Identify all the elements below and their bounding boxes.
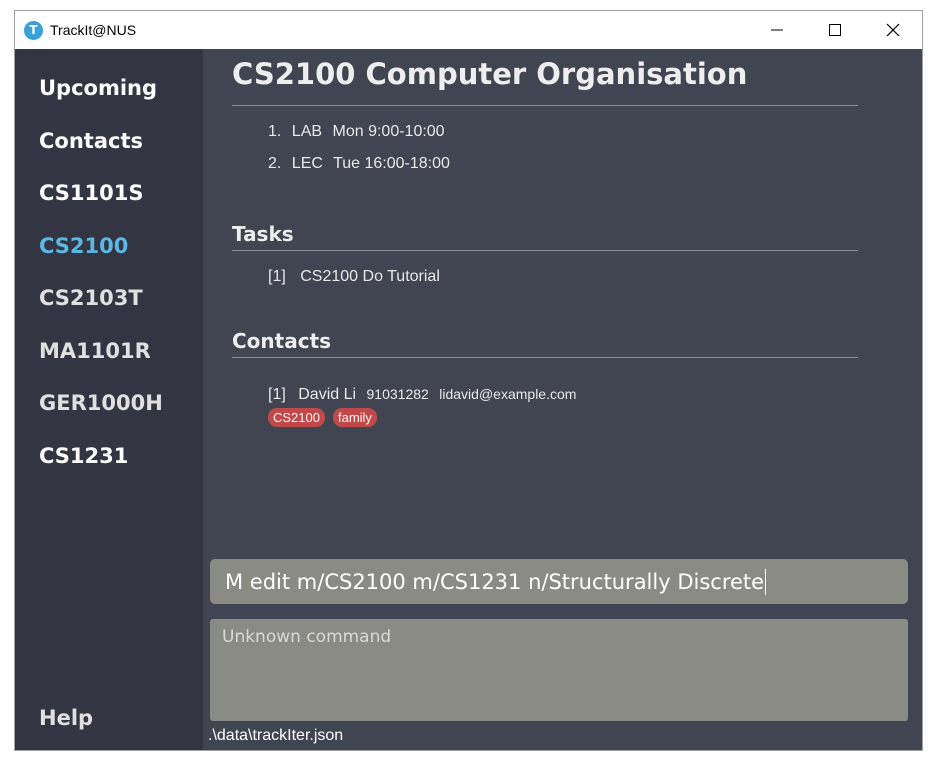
sidebar-item-cs1101s[interactable]: CS1101S	[39, 181, 144, 205]
main-panel: CS2100 Computer Organisation 1. LAB Mon …	[203, 49, 922, 750]
sidebar-item-ma1101r[interactable]: MA1101R	[39, 339, 151, 363]
task-text: CS2100 Do Tutorial	[300, 268, 440, 285]
title-divider	[232, 105, 858, 106]
close-icon	[886, 23, 900, 37]
lesson-index: 1.	[268, 123, 282, 140]
sidebar-item-cs1231[interactable]: CS1231	[39, 444, 128, 468]
text-caret	[765, 568, 767, 595]
tag-badge: family	[332, 408, 377, 427]
lesson-type: LEC	[291, 155, 323, 172]
module-title: CS2100 Computer Organisation	[232, 57, 748, 91]
task-index: [1]	[268, 268, 286, 285]
lesson-time: Tue 16:00-18:00	[333, 155, 450, 172]
sidebar-item-help[interactable]: Help	[39, 706, 93, 730]
maximize-icon	[829, 24, 841, 36]
tasks-heading: Tasks	[232, 222, 294, 246]
sidebar: Upcoming Contacts CS1101S CS2100 CS2103T…	[15, 49, 203, 750]
sidebar-item-cs2103t[interactable]: CS2103T	[39, 286, 143, 310]
contacts-divider	[232, 357, 858, 358]
window-controls	[748, 11, 922, 49]
contact-index: [1]	[268, 386, 286, 403]
tag-badge: CS2100	[268, 408, 325, 427]
window-title: TrackIt@NUS	[50, 22, 137, 38]
command-text: M edit m/CS2100 m/CS1231 n/Structurally …	[225, 569, 765, 594]
lesson-time: Mon 9:00-10:00	[332, 123, 445, 140]
lesson-item: 1. LAB Mon 9:00-10:00	[268, 123, 451, 141]
result-text: Unknown command	[222, 627, 392, 647]
task-item[interactable]: [1] CS2100 Do Tutorial	[268, 268, 450, 286]
result-display[interactable]: Unknown command	[210, 619, 908, 721]
close-button[interactable]	[864, 11, 922, 49]
contact-name: David Li	[298, 386, 357, 403]
contact-email: lidavid@example.com	[439, 386, 577, 402]
maximize-button[interactable]	[806, 11, 864, 49]
lesson-index: 2.	[268, 155, 282, 172]
contact-tags: CS2100 family	[268, 408, 377, 427]
lesson-type: LAB	[291, 123, 323, 140]
tasks-divider	[232, 250, 858, 251]
contact-item[interactable]: [1] David Li 91031282 lidavid@example.co…	[268, 386, 582, 404]
command-input[interactable]: M edit m/CS2100 m/CS1231 n/Structurally …	[210, 559, 908, 604]
sidebar-item-ger1000h[interactable]: GER1000H	[39, 391, 163, 415]
app-window: T TrackIt@NUS Upcoming Contacts CS1101S …	[14, 10, 923, 751]
sidebar-item-contacts[interactable]: Contacts	[39, 129, 143, 153]
contacts-heading: Contacts	[232, 329, 332, 353]
sidebar-item-upcoming[interactable]: Upcoming	[39, 76, 157, 100]
contact-phone: 91031282	[366, 386, 429, 402]
minimize-button[interactable]	[748, 11, 806, 49]
sidebar-item-cs2100[interactable]: CS2100	[39, 234, 128, 258]
title-bar[interactable]: T TrackIt@NUS	[15, 11, 922, 49]
app-logo-icon: T	[24, 20, 43, 40]
minimize-icon	[771, 29, 783, 31]
status-bar-path: .\data\trackIter.json	[208, 727, 344, 744]
lesson-item: 2. LEC Tue 16:00-18:00	[268, 155, 456, 173]
